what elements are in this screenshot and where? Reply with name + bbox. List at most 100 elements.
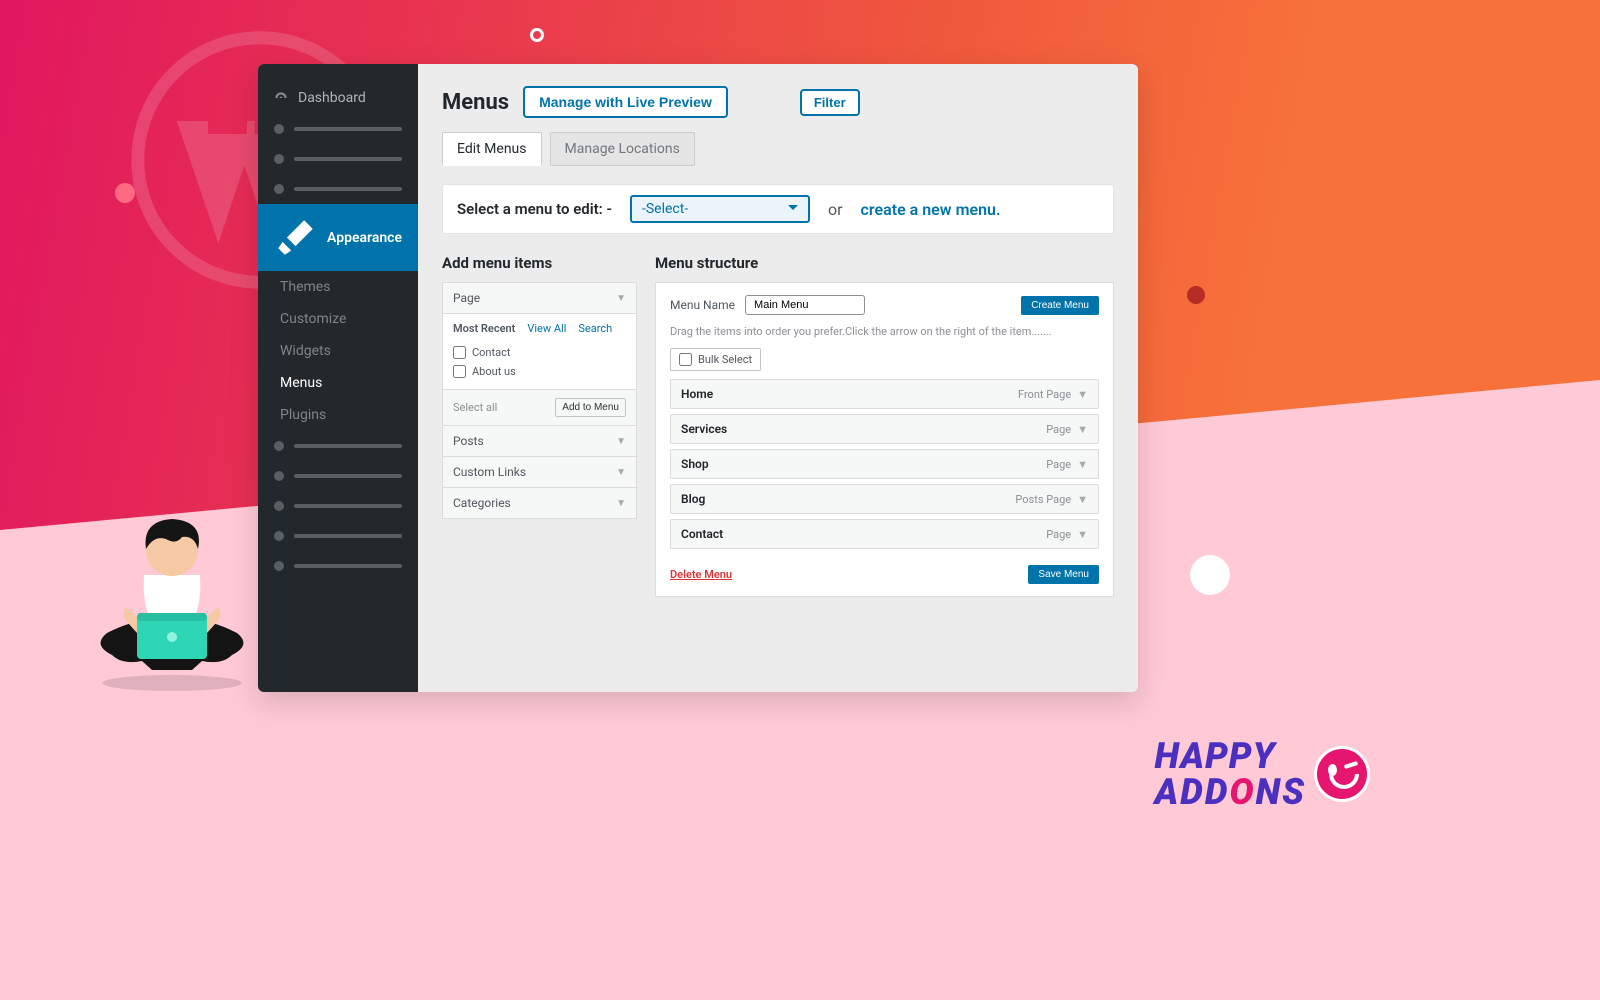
menu-item-title: Shop bbox=[681, 457, 709, 471]
brush-icon bbox=[274, 216, 317, 259]
acc-head-categories[interactable]: Categories ▼ bbox=[443, 488, 636, 518]
sidebar-placeholder bbox=[258, 461, 418, 491]
save-menu-button[interactable]: Save Menu bbox=[1028, 565, 1099, 584]
brand-face-icon bbox=[1314, 746, 1370, 802]
menu-item[interactable]: Contact Page ▼ bbox=[670, 519, 1099, 549]
filter-button[interactable]: Filter bbox=[800, 89, 860, 116]
admin-content: Menus Manage with Live Preview Filter Ed… bbox=[418, 64, 1138, 692]
tab-edit-menus[interactable]: Edit Menus bbox=[442, 132, 542, 166]
menu-item[interactable]: Shop Page ▼ bbox=[670, 449, 1099, 479]
mini-tab-all[interactable]: View All bbox=[527, 322, 566, 335]
page-item-about[interactable]: About us bbox=[453, 362, 626, 381]
chevron-down-icon[interactable]: ▼ bbox=[1077, 423, 1088, 436]
sidebar-sub-themes[interactable]: Themes bbox=[258, 271, 418, 303]
select-all-link[interactable]: Select all bbox=[453, 401, 497, 414]
chevron-down-icon: ▼ bbox=[616, 436, 626, 447]
admin-sidebar: Dashboard Appearance Themes Customize Wi… bbox=[258, 64, 418, 692]
chevron-down-icon: ▼ bbox=[616, 293, 626, 304]
chevron-down-icon[interactable]: ▼ bbox=[1077, 528, 1088, 541]
menu-item-title: Home bbox=[681, 387, 713, 401]
create-menu-link[interactable]: create a new menu. bbox=[861, 200, 1001, 219]
acc-body-page: Most Recent View All Search Contact Abou… bbox=[443, 314, 636, 390]
acc-title: Custom Links bbox=[453, 465, 526, 479]
add-items-column: Add menu items Page ▼ Most Recent View A… bbox=[442, 254, 637, 597]
decor-ring bbox=[530, 28, 544, 42]
decor-dot bbox=[1187, 286, 1205, 304]
create-menu-button[interactable]: Create Menu bbox=[1021, 296, 1099, 315]
mini-tab-recent[interactable]: Most Recent bbox=[453, 322, 515, 335]
menu-item-title: Services bbox=[681, 422, 727, 436]
sidebar-item-dashboard[interactable]: Dashboard bbox=[258, 82, 418, 114]
decor-dot bbox=[1190, 555, 1230, 595]
sidebar-label: Appearance bbox=[327, 230, 402, 246]
sidebar-sub-menus[interactable]: Menus bbox=[258, 367, 418, 399]
sidebar-placeholder bbox=[258, 431, 418, 461]
checkbox[interactable] bbox=[679, 353, 692, 366]
add-items-accordion: Page ▼ Most Recent View All Search Conta… bbox=[442, 282, 637, 519]
tab-manage-locations[interactable]: Manage Locations bbox=[550, 132, 695, 166]
acc-head-custom-links[interactable]: Custom Links ▼ bbox=[443, 457, 636, 488]
menu-item-type: Front Page ▼ bbox=[1018, 388, 1088, 401]
sidebar-item-appearance[interactable]: Appearance bbox=[258, 204, 418, 271]
sidebar-placeholder bbox=[258, 521, 418, 551]
menu-items-list: Home Front Page ▼ Services Page ▼ Shop Page ▼… bbox=[670, 379, 1099, 549]
checkbox-label: Contact bbox=[472, 346, 510, 359]
mini-tab-search[interactable]: Search bbox=[578, 322, 612, 335]
wp-admin-window: Dashboard Appearance Themes Customize Wi… bbox=[258, 64, 1138, 692]
page-item-contact[interactable]: Contact bbox=[453, 343, 626, 362]
menu-name-label: Menu Name bbox=[670, 298, 735, 312]
sidebar-placeholder bbox=[258, 174, 418, 204]
acc-footer-page: Select all Add to Menu bbox=[443, 390, 636, 426]
bulk-label: Bulk Select bbox=[698, 353, 752, 366]
acc-head-page[interactable]: Page ▼ bbox=[443, 283, 636, 314]
structure-column: Menu structure Menu Name Create Menu Dra… bbox=[655, 254, 1114, 597]
acc-title: Categories bbox=[453, 496, 511, 510]
or-text: or bbox=[828, 200, 843, 219]
menu-item[interactable]: Home Front Page ▼ bbox=[670, 379, 1099, 409]
add-items-heading: Add menu items bbox=[442, 254, 637, 272]
live-preview-button[interactable]: Manage with Live Preview bbox=[523, 86, 728, 118]
person-illustration bbox=[82, 505, 262, 695]
structure-help-text: Drag the items into order you prefer.Cli… bbox=[670, 325, 1099, 338]
sidebar-placeholder bbox=[258, 114, 418, 144]
chevron-down-icon[interactable]: ▼ bbox=[1077, 493, 1088, 506]
chevron-down-icon: ▼ bbox=[616, 467, 626, 478]
sidebar-sub-customize[interactable]: Customize bbox=[258, 303, 418, 335]
menu-item[interactable]: Services Page ▼ bbox=[670, 414, 1099, 444]
happyaddons-logo: HAPPY ADDONS bbox=[1155, 738, 1370, 810]
delete-menu-link[interactable]: Delete Menu bbox=[670, 568, 732, 581]
checkbox-label: About us bbox=[472, 365, 516, 378]
structure-heading: Menu structure bbox=[655, 254, 1114, 272]
acc-title: Posts bbox=[453, 434, 484, 448]
page-title: Menus bbox=[442, 90, 509, 115]
checkbox[interactable] bbox=[453, 346, 466, 359]
brand-text-line2: ADDONS bbox=[1155, 774, 1306, 810]
select-label: Select a menu to edit: - bbox=[457, 200, 612, 218]
sidebar-sub-plugins[interactable]: Plugins bbox=[258, 399, 418, 431]
menu-item-type: Page ▼ bbox=[1046, 458, 1088, 471]
chevron-down-icon[interactable]: ▼ bbox=[1077, 458, 1088, 471]
menu-select-bar: Select a menu to edit: - -Select- or cre… bbox=[442, 184, 1114, 234]
sidebar-sub-widgets[interactable]: Widgets bbox=[258, 335, 418, 367]
brand-text-line1: HAPPY bbox=[1155, 738, 1276, 774]
menu-item-title: Contact bbox=[681, 527, 723, 541]
menu-item[interactable]: Blog Posts Page ▼ bbox=[670, 484, 1099, 514]
bulk-select-toggle[interactable]: Bulk Select bbox=[670, 348, 761, 371]
sidebar-placeholder bbox=[258, 551, 418, 581]
menu-name-input[interactable] bbox=[745, 295, 865, 315]
acc-head-posts[interactable]: Posts ▼ bbox=[443, 426, 636, 457]
menu-item-type: Page ▼ bbox=[1046, 528, 1088, 541]
chevron-down-icon[interactable]: ▼ bbox=[1077, 388, 1088, 401]
sidebar-label: Dashboard bbox=[298, 90, 366, 106]
checkbox[interactable] bbox=[453, 365, 466, 378]
sidebar-placeholder bbox=[258, 491, 418, 521]
add-to-menu-button[interactable]: Add to Menu bbox=[555, 398, 626, 417]
menu-select-dropdown[interactable]: -Select- bbox=[630, 195, 810, 223]
sidebar-placeholder bbox=[258, 144, 418, 174]
menu-item-type: Posts Page ▼ bbox=[1015, 493, 1088, 506]
menu-structure-panel: Menu Name Create Menu Drag the items int… bbox=[655, 282, 1114, 597]
menu-item-title: Blog bbox=[681, 492, 705, 506]
dashboard-icon bbox=[274, 91, 288, 105]
chevron-down-icon: ▼ bbox=[616, 498, 626, 509]
menu-item-type: Page ▼ bbox=[1046, 423, 1088, 436]
